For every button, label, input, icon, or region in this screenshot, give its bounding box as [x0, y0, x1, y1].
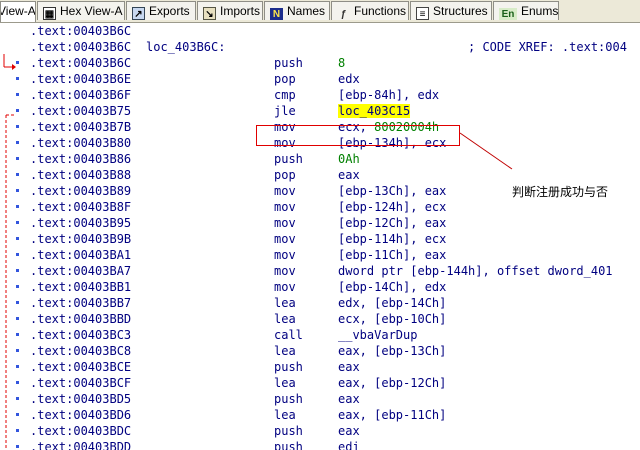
line-marker-dot-icon	[16, 141, 19, 144]
functions-icon: ƒ	[340, 9, 347, 20]
imports-icon: ↘	[203, 7, 216, 20]
line-marker-dot-icon	[16, 413, 19, 416]
line-marker-dot-icon	[16, 269, 19, 272]
enums-icon: En	[499, 8, 517, 20]
exports-icon: ↗	[132, 7, 145, 20]
annotation-leader	[459, 132, 513, 170]
line-marker-dot-icon	[16, 61, 19, 64]
line-marker-dot-icon	[16, 189, 19, 192]
view-tab-bar: View-A ▦ Hex View-A ↗ Exports ↘ Imports N Na…	[0, 0, 640, 23]
tab-label: View-A	[0, 4, 36, 18]
line-marker-dot-icon	[16, 173, 19, 176]
tab-enums[interactable]: En Enums	[493, 1, 559, 20]
tab-names[interactable]: N Names	[264, 1, 330, 20]
names-icon: N	[270, 8, 283, 20]
line-marker-dot-icon	[16, 77, 19, 80]
tab-label: Hex View-A	[60, 4, 123, 18]
line-marker-dot-icon	[16, 381, 19, 384]
line-marker-dot-icon	[16, 157, 19, 160]
line-marker-dot-icon	[16, 221, 19, 224]
tab-label: Exports	[149, 4, 190, 18]
line-marker-dot-icon	[16, 445, 19, 448]
tab-label: Names	[287, 4, 326, 18]
tab-label: Imports	[220, 4, 261, 18]
line-marker-dot-icon	[16, 365, 19, 368]
line-marker-dot-icon	[16, 125, 19, 128]
line-marker-dot-icon	[16, 429, 19, 432]
line-marker-dot-icon	[16, 285, 19, 288]
line-marker-dot-icon	[16, 253, 19, 256]
tab-ida-view-a[interactable]: View-A	[0, 1, 36, 22]
line-marker-dot-icon	[16, 333, 19, 336]
structures-icon: ≡	[416, 7, 429, 20]
line-marker-dot-icon	[16, 109, 19, 112]
hex-view-icon: ▦	[43, 7, 56, 20]
line-marker-dot-icon	[16, 237, 19, 240]
annotation-leader-line	[459, 132, 513, 170]
line-marker-dot-icon	[16, 349, 19, 352]
tab-functions[interactable]: ƒ Functions	[331, 1, 409, 20]
line-marker-dot-icon	[16, 301, 19, 304]
tab-label: Functions	[354, 4, 407, 18]
line-marker-dot-icon	[16, 205, 19, 208]
tab-structures[interactable]: ≡ Structures	[410, 1, 492, 20]
line-marker-dot-icon	[16, 93, 19, 96]
line-marker-dot-icon	[16, 317, 19, 320]
line-marker-dot-icon	[16, 397, 19, 400]
tab-imports[interactable]: ↘ Imports	[197, 1, 263, 20]
tab-label: Enums	[521, 4, 559, 18]
annotation-note: 判断注册成功与否	[512, 185, 609, 199]
tab-label: Structures	[433, 4, 488, 18]
disassembly-view[interactable]: .text:00403B6C .text:00403B6C loc_403B6C:;…	[0, 23, 640, 450]
tab-hex-view-a[interactable]: ▦ Hex View-A	[37, 1, 125, 20]
tab-exports[interactable]: ↗ Exports	[126, 1, 196, 20]
